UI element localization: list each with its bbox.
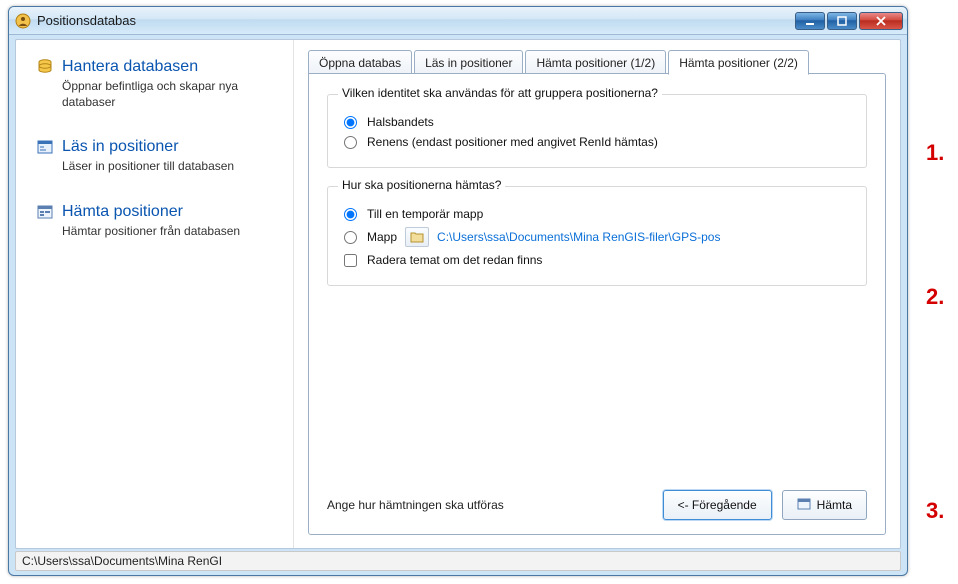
sidebar-item-title: Läs in positioner [62,138,179,156]
group-identity: Vilken identitet ska användas för att gr… [327,94,867,168]
browse-folder-button[interactable] [405,227,429,247]
close-button[interactable] [859,12,903,30]
maximize-button[interactable] [827,12,857,30]
import-icon [36,138,54,156]
folder-icon [410,231,424,243]
tab-page-fetch-2: Vilken identitet ska användas för att gr… [308,73,886,535]
tab-fetch-positions-2[interactable]: Hämta positioner (2/2) [668,50,809,75]
radio-halsbandet[interactable]: Halsbandets [344,115,850,129]
sidebar-item-manage-db[interactable]: Hantera databasen Öppnar befintliga och … [36,58,277,110]
radio-tempfolder-label: Till en temporär mapp [367,207,483,221]
statusbar: C:\Users\ssa\Documents\Mina RenGI [15,551,901,571]
titlebar: Positionsdatabas [9,7,907,35]
group-identity-title: Vilken identitet ska användas för att gr… [338,86,662,100]
sidebar-item-fetch-positions[interactable]: Hämta positioner Hämtar positioner från … [36,203,277,239]
app-icon [15,13,31,29]
sidebar-item-desc: Hämtar positioner från databasen [62,223,277,239]
page-footer: Ange hur hämtningen ska utföras <- Föreg… [327,490,867,520]
content-area: Öppna databas Läs in positioner Hämta po… [294,40,900,548]
folder-path[interactable]: C:\Users\ssa\Documents\Mina RenGIS-filer… [437,230,720,244]
tab-open-database[interactable]: Öppna databas [308,50,412,74]
app-window: Positionsdatabas [8,6,908,576]
database-icon [36,58,54,76]
radio-folder-input[interactable] [344,231,357,244]
window-controls [795,12,903,30]
radio-renens[interactable]: Renens (endast positioner med angivet Re… [344,135,850,149]
radio-tempfolder-input[interactable] [344,208,357,221]
minimize-button[interactable] [795,12,825,30]
tab-load-positions[interactable]: Läs in positioner [414,50,523,74]
radio-folder-label: Mapp [367,230,397,244]
sidebar: Hantera databasen Öppnar befintliga och … [16,40,294,548]
sidebar-item-title: Hantera databasen [62,58,198,76]
fetch-icon [36,203,54,221]
radio-halsbandet-input[interactable] [344,116,357,129]
checkbox-delete-theme[interactable]: Radera temat om det redan finns [344,253,850,267]
radio-renens-input[interactable] [344,136,357,149]
window-title: Positionsdatabas [37,13,795,28]
statusbar-text: C:\Users\ssa\Documents\Mina RenGI [22,554,222,568]
radio-renens-label: Renens (endast positioner med angivet Re… [367,135,658,149]
fetch-button-label: Hämta [817,498,852,512]
group-fetch-title: Hur ska positionerna hämtas? [338,178,505,192]
client-area: Hantera databasen Öppnar befintliga och … [15,39,901,549]
tabstrip: Öppna databas Läs in positioner Hämta po… [308,50,886,74]
fetch-button[interactable]: Hämta [782,490,867,520]
annotation-2: 2. [926,284,944,310]
radio-halsbandet-label: Halsbandets [367,115,434,129]
sidebar-item-load-positions[interactable]: Läs in positioner Läser in positioner ti… [36,138,277,174]
group-fetch: Hur ska positionerna hämtas? Till en tem… [327,186,867,286]
checkbox-delete-theme-label: Radera temat om det redan finns [367,253,542,267]
annotation-1: 1. [926,140,944,166]
sidebar-item-desc: Öppnar befintliga och skapar nya databas… [62,78,277,110]
footer-hint: Ange hur hämtningen ska utföras [327,498,653,512]
fetch-icon [797,497,811,514]
previous-button-label: <- Föregående [678,498,757,512]
radio-folder[interactable]: Mapp [344,230,397,244]
radio-tempfolder[interactable]: Till en temporär mapp [344,207,850,221]
sidebar-item-title: Hämta positioner [62,203,183,221]
annotation-3: 3. [926,498,944,524]
main-area: Hantera databasen Öppnar befintliga och … [16,40,900,548]
sidebar-item-desc: Läser in positioner till databasen [62,158,277,174]
previous-button[interactable]: <- Föregående [663,490,772,520]
tab-fetch-positions-1[interactable]: Hämta positioner (1/2) [525,50,666,74]
checkbox-delete-theme-input[interactable] [344,254,357,267]
